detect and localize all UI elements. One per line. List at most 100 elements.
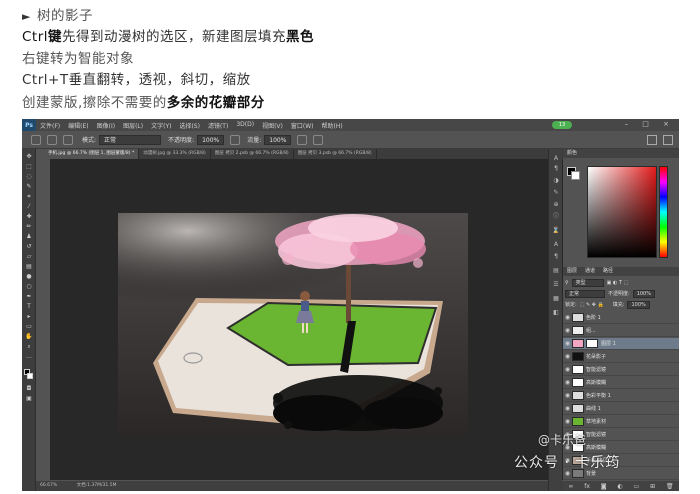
eraser-tool-icon[interactable]: ▱ — [25, 253, 33, 260]
color-panel-tab[interactable]: 颜色 — [563, 149, 679, 158]
menu-item[interactable]: 视图(V) — [262, 121, 283, 130]
filter-icons[interactable]: ▣ ◐ T ⬚ — [607, 280, 629, 286]
crop-tool-icon[interactable]: ⌗ — [25, 193, 33, 200]
document-tab[interactable]: 手机.jpg @ 66.7% (图层 1, 图层蒙版/8) * — [44, 149, 140, 159]
menu-item[interactable]: 滤镜(T) — [208, 121, 228, 130]
document-canvas[interactable] — [118, 213, 468, 436]
filter-kind-select[interactable]: 类型 — [571, 278, 604, 287]
add-mask-icon[interactable]: ◙ — [601, 483, 607, 490]
adjust-panel-icon[interactable]: ◑ — [552, 177, 560, 184]
menu-item[interactable]: 图层(L) — [123, 121, 143, 130]
marquee-tool-icon[interactable]: ⬚ — [25, 163, 33, 170]
blur-tool-icon[interactable]: ● — [25, 273, 33, 280]
layer-row[interactable]: ◉ 曲线 1 — [563, 403, 679, 415]
layer-row[interactable]: ◉ 色阶 1 — [563, 312, 679, 324]
layer-fill-input[interactable]: 100% — [627, 300, 650, 309]
clone-source-icon[interactable]: ⊕ — [552, 201, 560, 208]
eye-icon[interactable]: ◉ — [563, 327, 572, 334]
layer-mask-thumbnail[interactable] — [586, 339, 598, 348]
link-layers-icon[interactable]: ∞ — [568, 483, 573, 490]
flow-input[interactable]: 100% — [264, 134, 292, 145]
path-select-tool-icon[interactable]: ▸ — [25, 313, 33, 320]
zoom-readout[interactable]: 66.67% — [40, 483, 57, 488]
history-brush-tool-icon[interactable]: ↺ — [25, 243, 33, 250]
menu-item[interactable]: 文字(Y) — [151, 121, 171, 130]
pressure-size-icon[interactable] — [313, 134, 324, 145]
new-layer-icon[interactable]: ⊞ — [650, 483, 655, 490]
layer-row[interactable]: ◉ 高斯模糊 — [563, 377, 679, 389]
menu-item[interactable]: 图像(I) — [97, 121, 115, 130]
layer-style-icon[interactable]: fx — [584, 483, 590, 490]
gradient-tool-icon[interactable]: ▤ — [25, 263, 33, 270]
character-panel-icon[interactable]: A — [552, 241, 560, 248]
menu-item[interactable]: 窗口(W) — [291, 121, 314, 130]
adjustment-layer-icon[interactable]: ◐ — [617, 483, 622, 490]
panel-background-swatch[interactable] — [571, 171, 580, 180]
quick-select-tool-icon[interactable]: ✎ — [25, 183, 33, 190]
document-tab[interactable]: 动漫树.jpg @ 33.3% (RGB/8) — [139, 149, 211, 159]
layer-row[interactable]: ◉ 草地素材 — [563, 416, 679, 428]
search-icon[interactable] — [647, 135, 657, 145]
group-icon[interactable]: ▭ — [634, 483, 640, 490]
eye-icon[interactable]: ◉ — [563, 392, 572, 399]
layer-opacity-input[interactable]: 100% — [632, 289, 655, 298]
document-tab[interactable]: 图层 拷贝 2.psb @ 66.7% (RGB/8) — [211, 149, 294, 159]
paragraph-panel-icon[interactable]: ¶ — [552, 165, 560, 172]
eye-icon[interactable]: ◉ — [563, 379, 572, 386]
workspace-icon[interactable] — [663, 135, 673, 145]
menu-item[interactable]: 帮助(H) — [322, 121, 343, 130]
quick-mask-icon[interactable]: ◘ — [25, 385, 33, 392]
properties-icon[interactable]: ☰ — [552, 281, 560, 288]
layers-panel-tab[interactable]: 图层 — [567, 267, 577, 276]
info-panel-icon[interactable]: ⓘ — [552, 213, 560, 220]
eye-icon[interactable]: ◉ — [563, 353, 572, 360]
document-tab[interactable]: 图层 拷贝 3.psb @ 66.7% (RGB/8) — [294, 149, 377, 159]
color-picker-field[interactable] — [587, 166, 657, 258]
mode-select[interactable]: 正常 — [99, 134, 162, 145]
brush-settings-icon[interactable]: ✎ — [552, 189, 560, 196]
history-panel-icon[interactable]: ⌛ — [552, 227, 560, 234]
hand-tool-icon[interactable]: ✋ — [25, 333, 33, 340]
delete-layer-icon[interactable]: 🗑 — [666, 483, 674, 490]
styles-icon[interactable]: ◧ — [552, 309, 560, 316]
shape-tool-icon[interactable]: ▭ — [25, 323, 33, 330]
layer-row[interactable]: ◉ 花朵影子 — [563, 351, 679, 363]
eye-icon[interactable]: ◉ — [563, 314, 572, 321]
menu-item[interactable]: 编辑(E) — [68, 121, 88, 130]
dodge-tool-icon[interactable]: ○ — [25, 283, 33, 290]
eyedropper-tool-icon[interactable]: ⁄ — [25, 203, 33, 210]
layers-panel-tab[interactable]: 路径 — [603, 267, 613, 276]
brush-preset-icon[interactable] — [47, 134, 57, 145]
brush-tool-icon[interactable] — [31, 134, 41, 145]
layer-row[interactable]: ◉ 智能滤镜 — [563, 364, 679, 376]
menu-item[interactable]: 选择(S) — [179, 121, 200, 130]
lasso-tool-icon[interactable]: ◌ — [25, 173, 33, 180]
pressure-opacity-icon[interactable] — [230, 134, 241, 145]
eye-icon[interactable]: ◉ — [563, 405, 572, 412]
eye-icon[interactable]: ◉ — [563, 366, 572, 373]
move-tool-icon[interactable]: ✥ — [25, 153, 33, 160]
type-panel-icon[interactable]: A — [552, 155, 560, 162]
type-tool-icon[interactable]: T — [25, 303, 33, 310]
paragraph-style-icon[interactable]: ¶ — [552, 253, 560, 260]
layer-row[interactable]: ◉ 组... — [563, 325, 679, 337]
zoom-tool-icon[interactable]: ⌕ — [25, 343, 33, 350]
healing-tool-icon[interactable]: ✚ — [25, 213, 33, 220]
pen-tool-icon[interactable]: ✒ — [25, 293, 33, 300]
menu-item[interactable]: 3D(D) — [236, 121, 254, 130]
hue-slider[interactable] — [659, 166, 668, 258]
more-tools-icon[interactable]: … — [25, 353, 33, 360]
eye-icon[interactable]: ◉ — [563, 340, 572, 347]
opacity-input[interactable]: 100% — [197, 134, 225, 145]
background-color-swatch[interactable] — [27, 373, 33, 379]
layer-comps-icon[interactable]: ▤ — [552, 267, 560, 274]
brush-tool-icon[interactable]: ✏ — [25, 223, 33, 230]
window-controls[interactable]: – □ × — [625, 120, 675, 128]
stamp-tool-icon[interactable]: ♟ — [25, 233, 33, 240]
airbrush-icon[interactable] — [297, 134, 308, 145]
menu-item[interactable]: 文件(F) — [40, 121, 60, 130]
brush-panel-icon[interactable] — [63, 134, 73, 145]
filter-kind-icon[interactable]: ⚲ — [565, 280, 569, 286]
layer-row[interactable]: ◉ 图层 1 — [563, 338, 679, 350]
swatches-icon[interactable]: ▦ — [552, 295, 560, 302]
